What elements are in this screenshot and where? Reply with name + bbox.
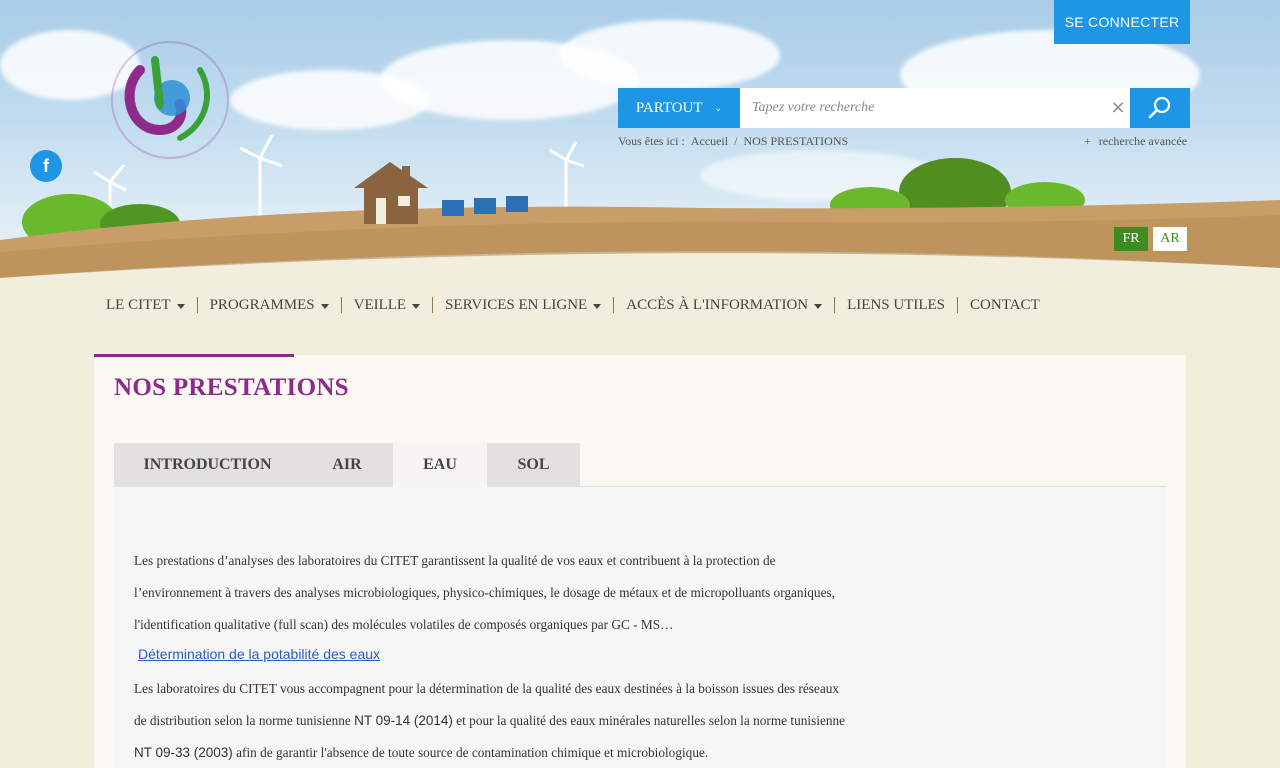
search-scope-label: PARTOUT: [635, 99, 703, 116]
tab-bar: INTRODUCTION AIR EAU SOL: [114, 443, 1166, 487]
nav-item-contact[interactable]: CONTACT: [957, 297, 1052, 313]
nav-item-label: VEILLE: [353, 297, 407, 313]
login-button[interactable]: SE CONNECTER: [1054, 0, 1190, 44]
search-bar: PARTOUT ⌄ ×: [618, 88, 1190, 128]
tab-air[interactable]: AIR: [301, 443, 393, 487]
search-input[interactable]: [740, 88, 1130, 128]
nav-item-le-citet[interactable]: LE CITET: [94, 297, 197, 313]
caret-down-icon: [593, 303, 602, 309]
paragraph-text: afin de garantir l'absence de toute sour…: [232, 745, 709, 760]
tab-introduction[interactable]: INTRODUCTION: [114, 443, 301, 487]
breadcrumb-home[interactable]: Accueil: [691, 134, 728, 149]
main-nav: LE CITET PROGRAMMES VEILLE SERVICES EN L…: [94, 292, 1052, 318]
title-accent-bar: [94, 354, 294, 357]
header-banner: SE CONNECTER PARTOUT ⌄ × Vous êtes ici :…: [0, 0, 1280, 280]
nav-item-label: ACCÈS À L'INFORMATION: [626, 297, 809, 313]
tab-eau[interactable]: EAU: [393, 443, 487, 487]
caret-down-icon: [412, 303, 421, 309]
citet-logo[interactable]: [111, 41, 229, 159]
facebook-glyph: f: [43, 155, 49, 176]
caret-down-icon: [814, 303, 823, 309]
caret-down-icon: [320, 303, 329, 309]
norm-reference: NT 09-14 (2014): [354, 713, 453, 728]
breadcrumb-separator: /: [734, 134, 738, 148]
nav-item-label: PROGRAMMES: [209, 297, 315, 313]
advanced-search-link[interactable]: + recherche avancée: [1084, 134, 1187, 149]
page-title: NOS PRESTATIONS: [114, 374, 349, 401]
search-icon: [1148, 96, 1171, 119]
advanced-search-label: recherche avancée: [1098, 134, 1188, 148]
tab-sol[interactable]: SOL: [487, 443, 580, 487]
search-button[interactable]: [1130, 88, 1190, 128]
nav-item-label: LE CITET: [106, 297, 171, 313]
plus-icon: +: [1084, 134, 1091, 148]
nav-item-liens-utiles[interactable]: LIENS UTILES: [834, 297, 957, 313]
clear-search-icon[interactable]: ×: [1110, 98, 1126, 118]
nav-item-services-en-ligne[interactable]: SERVICES EN LIGNE: [432, 297, 613, 313]
nav-item-label: LIENS UTILES: [847, 297, 946, 313]
nav-item-label: SERVICES EN LIGNE: [445, 297, 588, 313]
paragraph-text: et pour la qualité des eaux minérales na…: [452, 713, 846, 728]
search-scope-dropdown[interactable]: PARTOUT ⌄: [618, 88, 740, 128]
caret-down-icon: [176, 303, 185, 309]
breadcrumb: Vous êtes ici : Accueil / NOS PRESTATION…: [618, 134, 848, 149]
lang-fr-button[interactable]: FR: [1114, 227, 1148, 251]
norm-reference: NT 09-33 (2003): [134, 745, 233, 760]
potability-link[interactable]: Détermination de la potabilité des eaux: [138, 646, 380, 662]
lang-ar-button[interactable]: AR: [1153, 227, 1187, 251]
nav-item-veille[interactable]: VEILLE: [340, 297, 432, 313]
nav-item-acces-information[interactable]: ACCÈS À L'INFORMATION: [613, 297, 834, 313]
nav-item-programmes[interactable]: PROGRAMMES: [196, 297, 341, 313]
breadcrumb-current: NOS PRESTATIONS: [743, 134, 849, 148]
chevron-down-icon: ⌄: [714, 102, 723, 113]
breadcrumb-prefix: Vous êtes ici :: [618, 134, 685, 148]
intro-paragraph: Les prestations d’analyses des laboratoi…: [134, 553, 835, 632]
facebook-icon[interactable]: f: [30, 150, 62, 182]
nav-item-label: CONTACT: [970, 297, 1040, 313]
potability-paragraph: Les laboratoires du CITET vous accompagn…: [134, 673, 854, 768]
